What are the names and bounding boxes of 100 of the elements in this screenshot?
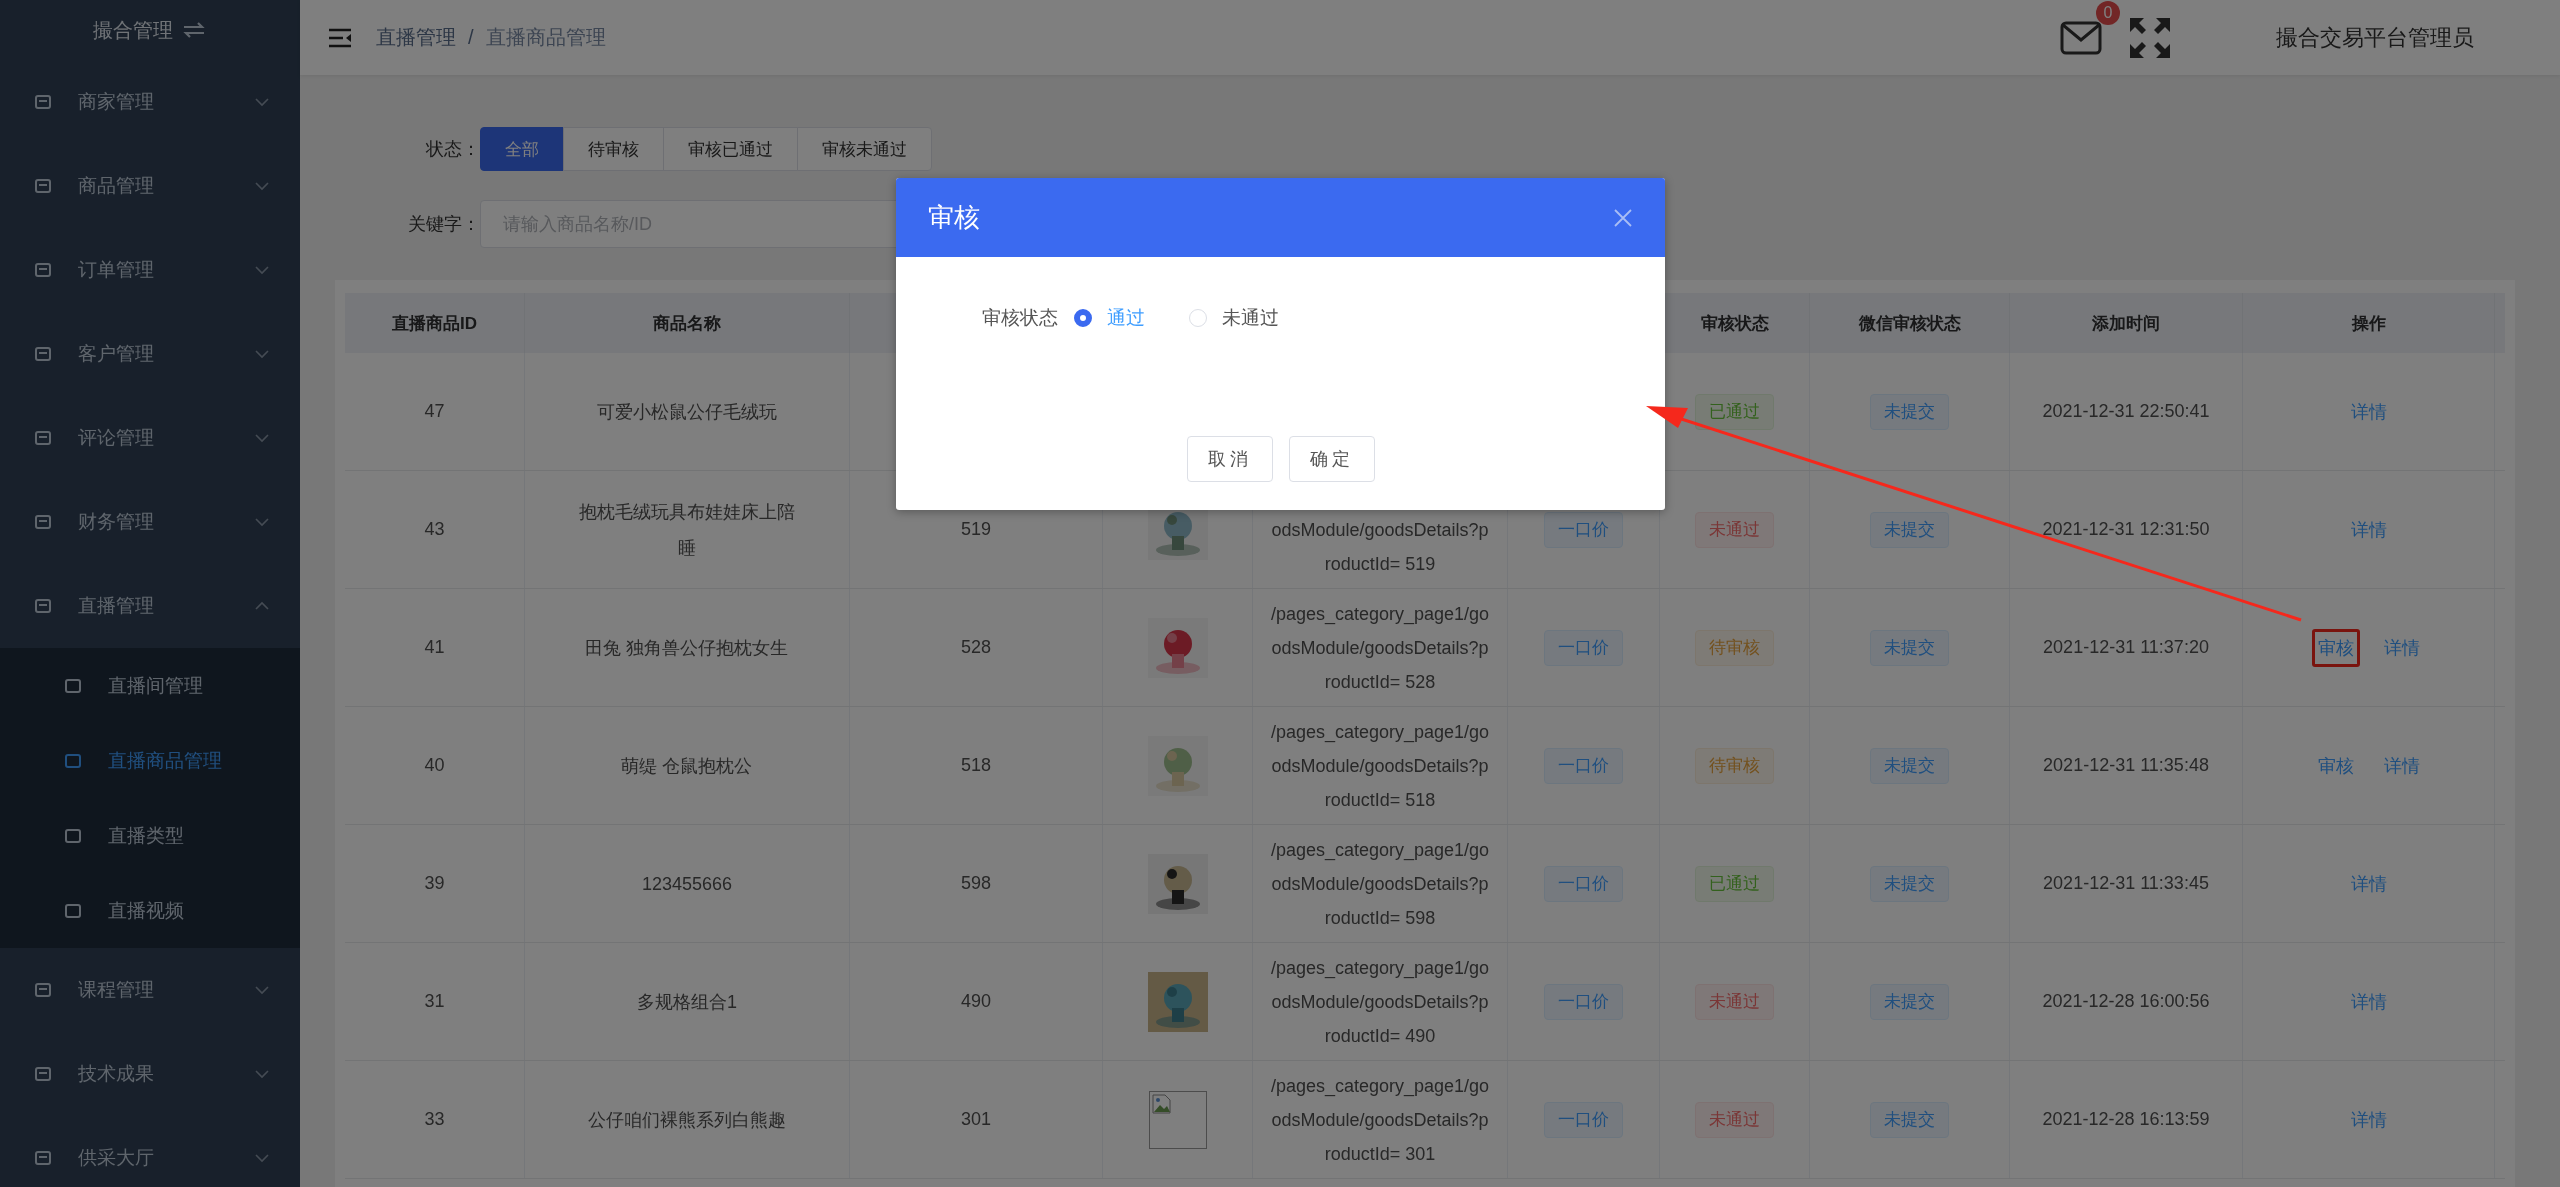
table-cell: 519 [960, 519, 991, 540]
price-type-tag: 一口价 [1544, 511, 1623, 548]
breadcrumb-item: 直播商品管理 [485, 25, 606, 50]
menu-item[interactable]: 供采大厅 [0, 1116, 300, 1187]
status-tag: 未通过 [1695, 983, 1774, 1020]
submenu-item[interactable]: 直播间管理 [0, 648, 300, 723]
table-cell: 43 [424, 519, 445, 540]
caret-icon [254, 1069, 270, 1079]
table-cell: 31 [424, 991, 445, 1012]
menu-icon[interactable] [328, 27, 352, 48]
status-tag: 待审核 [1695, 629, 1774, 666]
field-label: 审核状态 [982, 306, 1058, 330]
column-header: 添加时间 [2092, 312, 2160, 335]
action-link[interactable]: 审核 [2311, 628, 2360, 667]
status-filter-tab[interactable]: 待审核 [563, 127, 664, 171]
table-cell: 2021-12-31 22:50:41 [2042, 401, 2210, 422]
table-cell-text: /pages_category_page1/go odsModule/goodsDetails?p roductId= 598 [1270, 839, 1490, 930]
status-tag: 未提交 [1870, 865, 1949, 902]
column-header: 直播商品ID [392, 312, 477, 335]
table-cell-text: 田兔 独角兽公仔抱枕女生 [585, 636, 789, 660]
status-tag: 未通过 [1695, 1101, 1774, 1138]
caret-icon [254, 517, 270, 527]
table-cell: 2021-12-31 11:33:45 [2043, 873, 2209, 894]
table-cell: 2021-12-31 11:35:48 [2043, 755, 2209, 776]
fullscreen-icon[interactable] [2128, 15, 2172, 60]
caret-icon [254, 601, 270, 611]
table-cell: 518 [960, 755, 991, 776]
broken-image-icon [1148, 1090, 1207, 1149]
table-cell: 528 [960, 637, 991, 658]
menu-item[interactable]: 商家管理 [0, 60, 300, 144]
action-link[interactable]: 详情 [2344, 510, 2393, 549]
caret-icon [254, 349, 270, 359]
table-cell-text: /pages_category_page1/go odsModule/goodsDetails?p roductId= 490 [1270, 957, 1490, 1048]
action-link[interactable]: 详情 [2344, 864, 2393, 903]
table-cell-text: 123455666 [641, 872, 733, 896]
action-link[interactable]: 详情 [2344, 392, 2393, 431]
mail-icon[interactable] [2060, 20, 2102, 55]
status-tag: 待审核 [1695, 747, 1774, 784]
dialog-title: 审核 [928, 201, 980, 234]
status-tag: 未提交 [1870, 747, 1949, 784]
table-cell: 2021-12-28 16:13:59 [2042, 1109, 2210, 1130]
table-cell-text: 萌缇 仓鼠抱枕公 [621, 754, 753, 778]
table-cell: 490 [960, 991, 991, 1012]
action-link[interactable]: 详情 [2377, 746, 2426, 785]
breadcrumb-item[interactable]: 直播管理 [376, 24, 456, 51]
close-icon[interactable] [1613, 207, 1633, 228]
menu-item[interactable]: 技术成果 [0, 1032, 300, 1116]
submenu-item[interactable]: 直播视频 [0, 873, 300, 948]
status-tag: 未提交 [1870, 1101, 1949, 1138]
table-cell: 598 [960, 873, 991, 894]
table-cell: 2021-12-31 12:31:50 [2042, 519, 2210, 540]
dialog-button[interactable]: 确定 [1288, 436, 1375, 482]
price-type-tag: 一口价 [1544, 629, 1623, 666]
column-header: 商品名称 [653, 312, 721, 335]
table-cell: 301 [960, 1109, 991, 1130]
table-cell-text: /pages_category_page1/go odsModule/goodsDetails?p roductId= 301 [1270, 1075, 1490, 1166]
menu-item[interactable]: 客户管理 [0, 312, 300, 396]
menu-item[interactable]: 商品管理 [0, 144, 300, 228]
app-title: 撮合管理 [93, 17, 173, 43]
table-cell: 2021-12-31 11:37:20 [2043, 637, 2209, 658]
table-cell-text: 多规格组合1 [637, 990, 737, 1014]
table-cell-text: /pages_category_page1/go odsModule/goodsDetails?p roductId= 528 [1270, 603, 1490, 694]
submenu-item[interactable]: 直播商品管理 [0, 723, 300, 798]
status-tag: 未提交 [1870, 983, 1949, 1020]
caret-icon [254, 433, 270, 443]
caret-icon [254, 97, 270, 107]
table-cell-text: 抱枕毛绒玩具布娃娃床上陪睡 [578, 500, 796, 560]
menu-item[interactable]: 评论管理 [0, 396, 300, 480]
menu-item[interactable]: 直播管理 [0, 564, 300, 648]
status-filter-tab[interactable]: 审核未通过 [797, 127, 932, 171]
column-header: 微信审核状态 [1858, 312, 1961, 335]
filter-label: 关键字： [407, 213, 480, 236]
action-link[interactable]: 审核 [2311, 746, 2360, 785]
dialog-button[interactable]: 取消 [1186, 436, 1273, 482]
caret-icon [254, 265, 270, 275]
radio-option[interactable]: 未通过 [1189, 305, 1279, 331]
action-link[interactable]: 详情 [2377, 628, 2426, 667]
radio-option[interactable]: 通过 [1074, 305, 1145, 331]
table-cell-text: odsModule/goodsDetails?p roductId= 519 [1271, 519, 1489, 576]
column-header: 操作 [2351, 312, 2386, 335]
status-tag: 已通过 [1695, 393, 1774, 430]
price-type-tag: 一口价 [1544, 1101, 1623, 1138]
table-cell: 41 [424, 637, 445, 658]
notification-badge: 0 [2096, 0, 2120, 25]
action-link[interactable]: 详情 [2344, 982, 2393, 1021]
menu-item[interactable]: 订单管理 [0, 228, 300, 312]
table-cell: 33 [424, 1109, 445, 1130]
price-type-tag: 一口价 [1544, 865, 1623, 902]
submenu-item[interactable]: 直播类型 [0, 798, 300, 873]
caret-icon [254, 1153, 270, 1163]
action-link[interactable]: 详情 [2344, 1100, 2393, 1139]
status-filter-tab[interactable]: 审核已通过 [663, 127, 798, 171]
user-name[interactable]: 撮合交易平台管理员 [2276, 22, 2474, 53]
menu-item[interactable]: 课程管理 [0, 948, 300, 1032]
menu-item[interactable]: 财务管理 [0, 480, 300, 564]
status-tag: 已通过 [1695, 865, 1774, 902]
price-type-tag: 一口价 [1544, 747, 1623, 784]
status-tag: 未提交 [1870, 629, 1949, 666]
table-cell-text: 公仔咱们裸熊系列白熊趣 [588, 1108, 786, 1132]
status-filter-tab[interactable]: 全部 [480, 127, 564, 171]
